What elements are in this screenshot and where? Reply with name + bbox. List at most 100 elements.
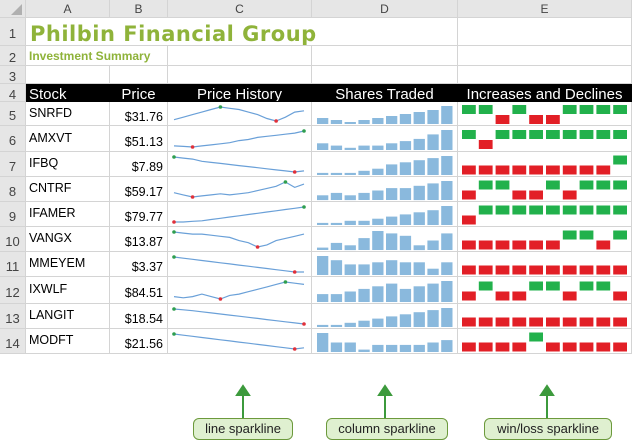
header-shares-traded[interactable]: Shares Traded (312, 84, 458, 102)
column-header-e[interactable]: E (458, 0, 632, 18)
column-header-c[interactable]: C (168, 0, 312, 18)
column-sparkline (317, 256, 453, 275)
column-sparkline-cell[interactable] (312, 252, 458, 277)
price-cell[interactable]: $21.56 (110, 329, 168, 354)
stock-cell[interactable]: CNTRF (26, 177, 110, 202)
header-stock[interactable]: Stock (26, 84, 110, 102)
line-sparkline-cell[interactable] (168, 252, 312, 277)
select-all-corner[interactable] (0, 0, 26, 18)
column-header-d[interactable]: D (312, 0, 458, 18)
column-bar (413, 185, 425, 201)
empty-cell[interactable] (458, 46, 632, 66)
stock-cell[interactable]: IFBQ (26, 152, 110, 177)
win-marker (596, 130, 611, 139)
row-header-11[interactable]: 11 (0, 252, 26, 277)
row-header-4[interactable]: 4 (0, 84, 26, 102)
line-sparkline-cell[interactable] (168, 329, 312, 354)
column-sparkline-cell[interactable] (312, 177, 458, 202)
empty-cell[interactable] (26, 66, 110, 84)
empty-cell[interactable] (168, 66, 312, 84)
empty-cell[interactable] (110, 66, 168, 84)
price-cell[interactable]: $59.17 (110, 177, 168, 202)
header-price[interactable]: Price (110, 84, 168, 102)
winloss-sparkline-cell[interactable] (458, 227, 632, 252)
row-header-5[interactable]: 5 (0, 102, 26, 126)
winloss-sparkline-cell[interactable] (458, 277, 632, 304)
line-sparkline-cell[interactable] (168, 177, 312, 202)
loss-marker (512, 240, 527, 250)
empty-cell[interactable] (312, 46, 458, 66)
price-cell[interactable]: $79.77 (110, 202, 168, 227)
stock-cell[interactable]: AMXVT (26, 126, 110, 152)
line-sparkline-cell[interactable] (168, 126, 312, 152)
loss-marker (462, 165, 476, 175)
row-header-2[interactable]: 2 (0, 46, 26, 66)
price-cell[interactable]: $13.87 (110, 227, 168, 252)
row-header-12[interactable]: 12 (0, 277, 26, 304)
column-sparkline-cell[interactable] (312, 202, 458, 227)
winloss-sparkline-cell[interactable] (458, 152, 632, 177)
row-header-6[interactable]: 6 (0, 126, 26, 152)
empty-cell[interactable] (458, 66, 632, 84)
column-sparkline-cell[interactable] (312, 102, 458, 126)
empty-cell[interactable] (458, 18, 632, 46)
line-sparkline-cell[interactable] (168, 227, 312, 252)
stock-cell[interactable]: MODFT (26, 329, 110, 354)
price-cell[interactable]: $7.89 (110, 152, 168, 177)
arrow-head-column (377, 384, 393, 396)
row-header-9[interactable]: 9 (0, 202, 26, 227)
header-increases-declines[interactable]: Increases and Declines (458, 84, 632, 102)
stock-cell[interactable]: MMEYEM (26, 252, 110, 277)
price-cell[interactable]: $84.51 (110, 277, 168, 304)
row-header-13[interactable]: 13 (0, 304, 26, 329)
row-header-10[interactable]: 10 (0, 227, 26, 252)
winloss-sparkline-cell[interactable] (458, 329, 632, 354)
column-bar (427, 283, 439, 302)
empty-cell[interactable] (312, 66, 458, 84)
sparkline-path (173, 333, 305, 350)
column-sparkline-cell[interactable] (312, 152, 458, 177)
winloss-sparkline-cell[interactable] (458, 126, 632, 152)
high-point-marker (302, 129, 306, 133)
row-header-3[interactable]: 3 (0, 66, 26, 84)
column-bar (344, 291, 356, 302)
line-sparkline-cell[interactable] (168, 152, 312, 177)
stock-cell[interactable]: IFAMER (26, 202, 110, 227)
line-sparkline-cell[interactable] (168, 304, 312, 329)
row-header-1[interactable]: 1 (0, 18, 26, 46)
column-bar (441, 156, 453, 175)
column-sparkline-cell[interactable] (312, 227, 458, 252)
winloss-sparkline-cell[interactable] (458, 202, 632, 227)
stock-cell[interactable]: SNRFD (26, 102, 110, 126)
winloss-sparkline-cell[interactable] (458, 304, 632, 329)
win-marker (512, 205, 527, 215)
loss-marker (495, 342, 510, 352)
price-cell[interactable]: $18.54 (110, 304, 168, 329)
row-header-7[interactable]: 7 (0, 152, 26, 177)
empty-cell[interactable] (168, 46, 312, 66)
row-header-14[interactable]: 14 (0, 329, 26, 354)
price-cell[interactable]: $51.13 (110, 126, 168, 152)
price-cell[interactable]: $31.76 (110, 102, 168, 126)
stock-cell[interactable]: LANGIT (26, 304, 110, 329)
stock-cell[interactable]: VANGX (26, 227, 110, 252)
row-header-8[interactable]: 8 (0, 177, 26, 202)
column-sparkline-cell[interactable] (312, 329, 458, 354)
stock-cell[interactable]: IXWLF (26, 277, 110, 304)
column-sparkline-cell[interactable] (312, 126, 458, 152)
winloss-sparkline-cell[interactable] (458, 102, 632, 126)
header-price-history[interactable]: Price History (168, 84, 312, 102)
win-marker (562, 230, 577, 240)
column-sparkline-cell[interactable] (312, 304, 458, 329)
line-sparkline-cell[interactable] (168, 202, 312, 227)
column-sparkline-cell[interactable] (312, 277, 458, 304)
empty-cell[interactable] (312, 18, 458, 46)
winloss-sparkline-cell[interactable] (458, 252, 632, 277)
loss-marker (529, 240, 543, 250)
column-header-b[interactable]: B (110, 0, 168, 18)
line-sparkline-cell[interactable] (168, 277, 312, 304)
winloss-sparkline-cell[interactable] (458, 177, 632, 202)
price-cell[interactable]: $3.37 (110, 252, 168, 277)
column-header-a[interactable]: A (26, 0, 110, 18)
line-sparkline-cell[interactable] (168, 102, 312, 126)
